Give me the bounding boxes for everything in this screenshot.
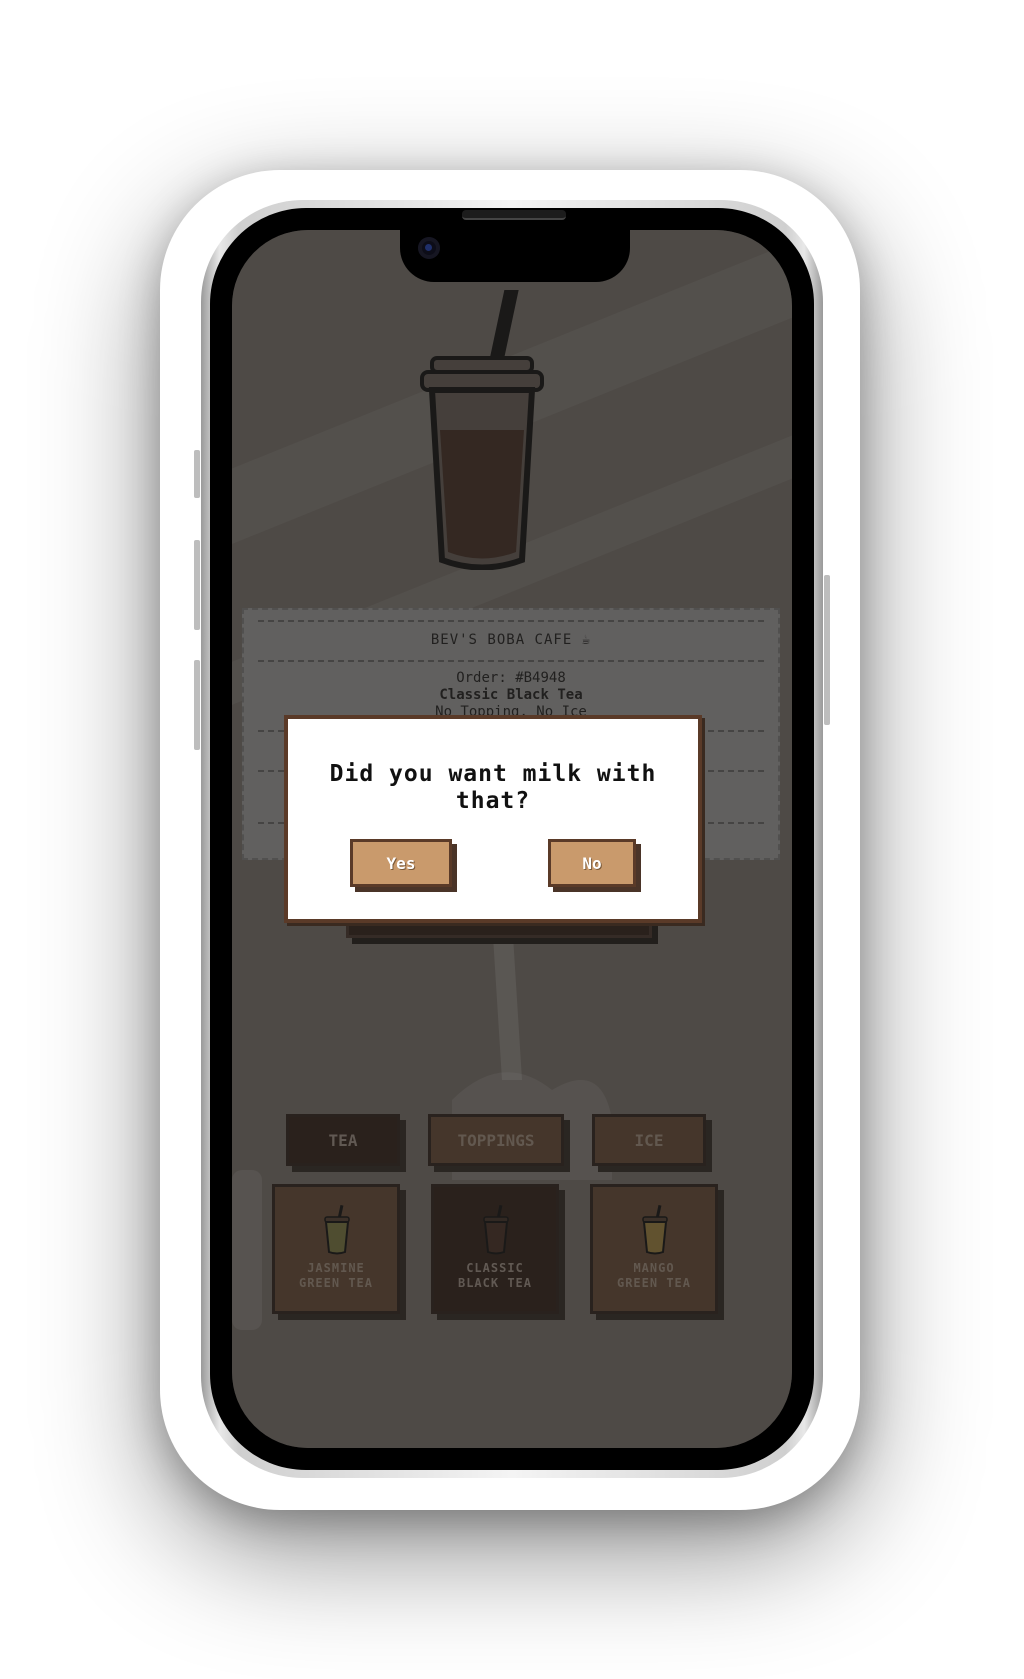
milk-dialog: Did you want milk with that? Yes No [284, 715, 702, 923]
earpiece-speaker [462, 210, 566, 220]
mute-switch [194, 450, 200, 498]
front-camera-icon [418, 237, 440, 259]
power-button [824, 575, 830, 725]
yes-button[interactable]: Yes [350, 839, 452, 887]
no-button[interactable]: No [548, 839, 636, 887]
volume-down-button [194, 660, 200, 750]
dialog-question: Did you want milk with that? [329, 761, 657, 814]
app-screen: BEV'S BOBA CAFE ☕ Order: #B4948 Classic … [232, 230, 792, 1448]
volume-up-button [194, 540, 200, 630]
